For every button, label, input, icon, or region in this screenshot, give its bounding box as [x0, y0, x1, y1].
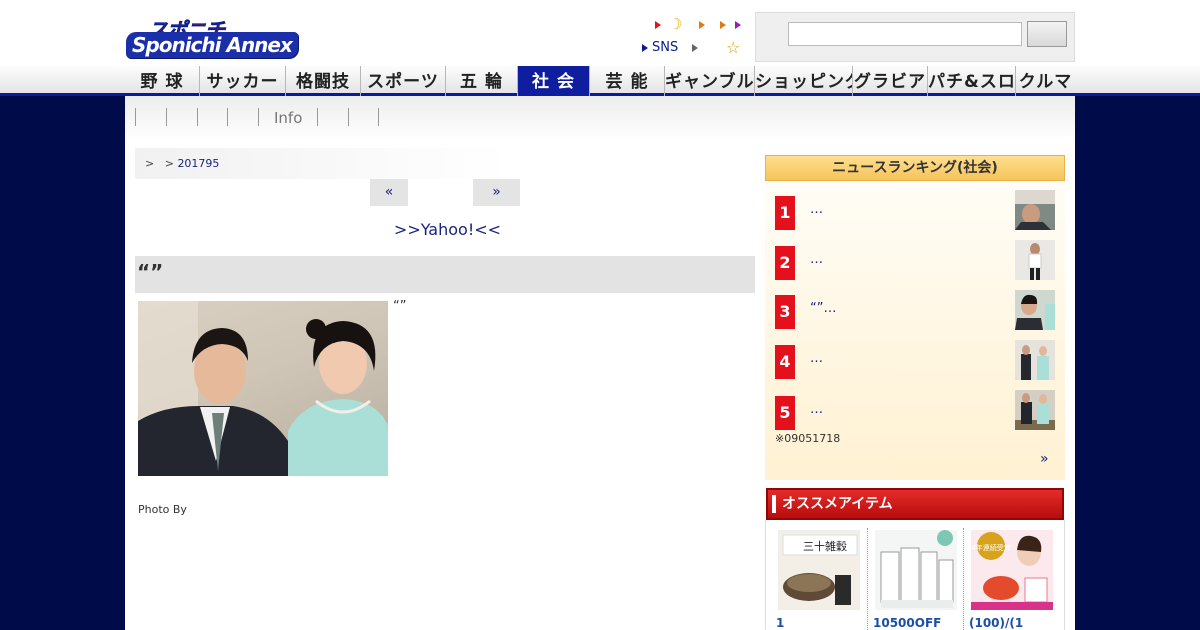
recommend-item-caption[interactable]: 1 [776, 616, 784, 630]
rank-thumbnail[interactable] [1015, 290, 1055, 330]
rank-thumbnail[interactable] [1015, 190, 1055, 230]
triangle-purple-icon[interactable] [735, 21, 741, 29]
rank-item-link[interactable]: … [810, 351, 823, 366]
photo-credit: Photo By [138, 503, 187, 516]
nav-tab-baseball[interactable]: 野 球 [125, 66, 200, 96]
subnav-divider [258, 108, 259, 126]
subnav-divider [348, 108, 349, 126]
rank-number: 4 [775, 345, 795, 379]
recommend-list: 三十雑穀 4年連続受賞 1 10500OFF (100)/(1 [765, 520, 1065, 630]
recommend-title: オススメアイテム [766, 488, 1064, 520]
subnav-divider [317, 108, 318, 126]
rank-item-link[interactable]: “”… [810, 301, 836, 316]
article-photo[interactable] [138, 301, 388, 476]
rank-thumbnail[interactable] [1015, 340, 1055, 380]
article-headline: “” [135, 256, 755, 293]
rank-item-link[interactable]: … [810, 252, 823, 267]
star-icon[interactable]: ☆ [726, 38, 740, 57]
item-divider [867, 528, 868, 630]
subnav-divider [227, 108, 228, 126]
triangle-red-icon [655, 21, 661, 29]
search-button[interactable] [1027, 21, 1067, 47]
rank-number: 5 [775, 396, 795, 430]
rank-number: 2 [775, 246, 795, 280]
nav-tab-gravure[interactable]: グラビア [853, 66, 928, 96]
nav-tab-fighting[interactable]: 格闘技 [286, 66, 361, 96]
nav-tab-society[interactable]: 社 会 [518, 66, 590, 96]
next-article-button[interactable]: » [473, 179, 520, 206]
recommend-item-label: 4年連続受賞 [971, 543, 1010, 552]
search-input[interactable] [788, 22, 1022, 46]
nav-tab-pachislot[interactable]: パチ&スロ [928, 66, 1016, 96]
recommend-item-image[interactable]: 三十雑穀 [778, 530, 860, 610]
recommend-title-text: オススメアイテム [782, 496, 893, 512]
ranking-more-link[interactable]: » [1040, 451, 1049, 467]
nav-tab-gamble[interactable]: ギャンブル [665, 66, 755, 96]
triangle-blue-icon [642, 44, 648, 52]
breadcrumb-separator: > [145, 157, 155, 170]
triangle-orange-icon[interactable] [720, 21, 726, 29]
triangle-orange-icon[interactable] [699, 21, 705, 29]
rank-item-link[interactable]: … [810, 402, 823, 417]
rank-item-link[interactable]: … [810, 202, 823, 217]
nav-tab-entertainment[interactable]: 芸 能 [590, 66, 665, 96]
triangle-gray-icon[interactable] [692, 44, 698, 52]
title-accent-bar [772, 495, 776, 513]
moon-icon[interactable]: ☽ [669, 15, 682, 33]
main-nav: 野 球 サッカー 格闘技 スポーツ 五 輪 社 会 芸 能 ギャンブル ショッピ… [125, 66, 1075, 96]
search-box [755, 12, 1075, 62]
logo-bottom-text: Sponichi Annex [126, 32, 298, 58]
ranking-list: 1 … 2 … 3 “”… 4 … 5 … ※09051718 » [765, 181, 1065, 480]
nav-tab-shopping[interactable]: ショッピング [755, 66, 853, 96]
nav-tab-car[interactable]: クルマ [1016, 66, 1075, 96]
subnav-divider [135, 108, 136, 126]
yahoo-link[interactable]: >>Yahoo!<< [135, 220, 760, 239]
rank-thumbnail[interactable] [1015, 390, 1055, 430]
ranking-note: ※09051718 [775, 432, 841, 445]
nav-tab-olympics[interactable]: 五 輪 [446, 66, 518, 96]
ranking-title: ニュースランキング(社会) [765, 155, 1065, 181]
nav-tab-soccer[interactable]: サッカー [200, 66, 286, 96]
article-lead: “” [393, 299, 407, 314]
header-icons: ☽ SNS ☆ [640, 14, 750, 60]
recommend-item-image[interactable] [875, 530, 957, 610]
breadcrumb: > > 201795 [135, 148, 510, 179]
item-divider [963, 528, 964, 630]
recommend-item-caption[interactable]: 10500OFF [873, 616, 941, 630]
subnav-divider [197, 108, 198, 126]
subnav-divider [166, 108, 167, 126]
prev-article-button[interactable]: « [370, 179, 408, 206]
rank-thumbnail[interactable] [1015, 240, 1055, 280]
sns-link[interactable]: SNS [652, 40, 678, 55]
sub-nav: Info [125, 96, 1075, 140]
recommend-item-image[interactable]: 4年連続受賞 [971, 530, 1053, 610]
recommend-item-label: 三十雑穀 [803, 539, 847, 553]
subnav-divider [378, 108, 379, 126]
nav-tab-sports[interactable]: スポーツ [361, 66, 446, 96]
breadcrumb-separator: > [164, 157, 174, 170]
subnav-info-link[interactable]: Info [274, 109, 302, 127]
site-logo[interactable]: スポニチ Sponichi Annex [126, 14, 318, 60]
rank-number: 3 [775, 295, 795, 329]
breadcrumb-date-link[interactable]: 201795 [177, 157, 219, 170]
rank-number: 1 [775, 196, 795, 230]
recommend-item-caption[interactable]: (100)/(1 [969, 616, 1023, 630]
